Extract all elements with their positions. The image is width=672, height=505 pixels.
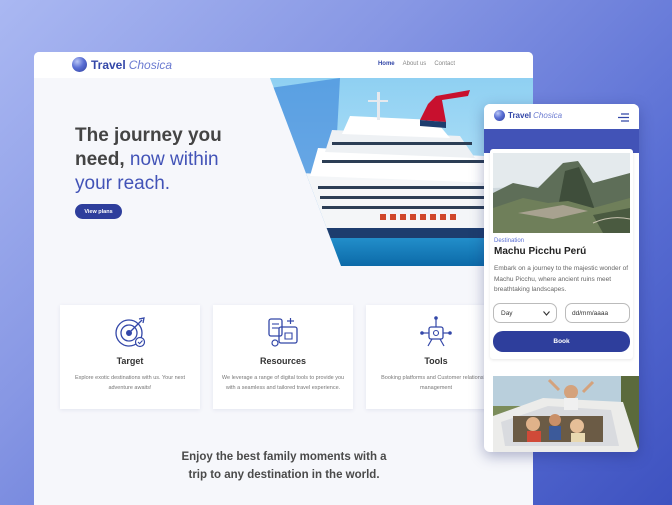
date-input-value: dd/mm/aaaa bbox=[572, 310, 609, 317]
brand-name-italic: Chosica bbox=[533, 111, 563, 120]
target-icon bbox=[115, 317, 146, 348]
chevron-down-icon bbox=[543, 311, 550, 316]
main-nav: Home About us Contact bbox=[378, 61, 455, 67]
tagline: Enjoy the best family moments with a tri… bbox=[154, 448, 414, 484]
hero-line-2b: now within bbox=[129, 149, 219, 170]
hero-headline: The journey you need, now within your re… bbox=[75, 124, 275, 196]
day-select-value: Day bbox=[501, 310, 513, 317]
desktop-mockup: Travel Chosica Home About us Contact The… bbox=[34, 52, 533, 505]
family-van-image bbox=[493, 376, 639, 452]
nav-home[interactable]: Home bbox=[378, 61, 395, 67]
feature-card-text: We leverage a range of digital tools to … bbox=[221, 375, 345, 391]
hero-line-1: The journey you bbox=[75, 125, 222, 146]
destination-label: Destination bbox=[494, 238, 525, 244]
destination-title: Machu Picchu Perú bbox=[494, 246, 587, 257]
feature-card-resources[interactable]: Resources We leverage a range of digital… bbox=[213, 305, 353, 409]
brand-name-italic: Chosica bbox=[128, 57, 173, 72]
desktop-header: Travel Chosica Home About us Contact bbox=[34, 52, 533, 78]
globe-icon bbox=[72, 57, 87, 72]
brand-name-bold: Travel bbox=[91, 57, 126, 72]
view-plans-button[interactable]: View plans bbox=[75, 204, 122, 219]
hero-line-3: your reach. bbox=[75, 173, 171, 194]
tagline-line-2: trip to any destination in the world. bbox=[188, 469, 380, 481]
mobile-header: Travel Chosica bbox=[484, 104, 639, 129]
feature-card-text: Explore exotic destinations with us. You… bbox=[74, 375, 186, 391]
feature-card-title: Target bbox=[116, 356, 144, 366]
destination-description: Embark on a journey to the majestic wond… bbox=[494, 265, 629, 293]
hero-line-2a: need, bbox=[75, 149, 125, 170]
globe-icon bbox=[494, 110, 505, 121]
tools-icon bbox=[420, 316, 452, 347]
machu-picchu-image bbox=[493, 153, 630, 233]
book-button[interactable]: Book bbox=[493, 331, 630, 352]
brand-logo[interactable]: Travel Chosica bbox=[72, 57, 172, 72]
resources-icon bbox=[268, 318, 298, 347]
brand-name-bold: Travel bbox=[508, 111, 532, 120]
feature-card-title: Resources bbox=[259, 356, 307, 366]
tagline-line-1: Enjoy the best family moments with a bbox=[181, 451, 387, 463]
hamburger-menu-icon[interactable] bbox=[618, 113, 629, 122]
feature-cards: Target Explore exotic destinations with … bbox=[60, 305, 506, 409]
feature-card-target[interactable]: Target Explore exotic destinations with … bbox=[60, 305, 200, 409]
day-select[interactable]: Day bbox=[493, 303, 557, 323]
feature-card-text: Booking platforms and Customer relations… bbox=[381, 375, 491, 391]
brand-logo[interactable]: Travel Chosica bbox=[494, 110, 562, 121]
mobile-mockup: Travel Chosica Destination Machu Picchu … bbox=[484, 104, 639, 452]
nav-contact[interactable]: Contact bbox=[434, 61, 455, 67]
destination-card: Destination Machu Picchu Perú Embark on … bbox=[490, 149, 633, 359]
nav-about[interactable]: About us bbox=[403, 61, 427, 67]
date-input[interactable]: dd/mm/aaaa bbox=[565, 303, 630, 323]
